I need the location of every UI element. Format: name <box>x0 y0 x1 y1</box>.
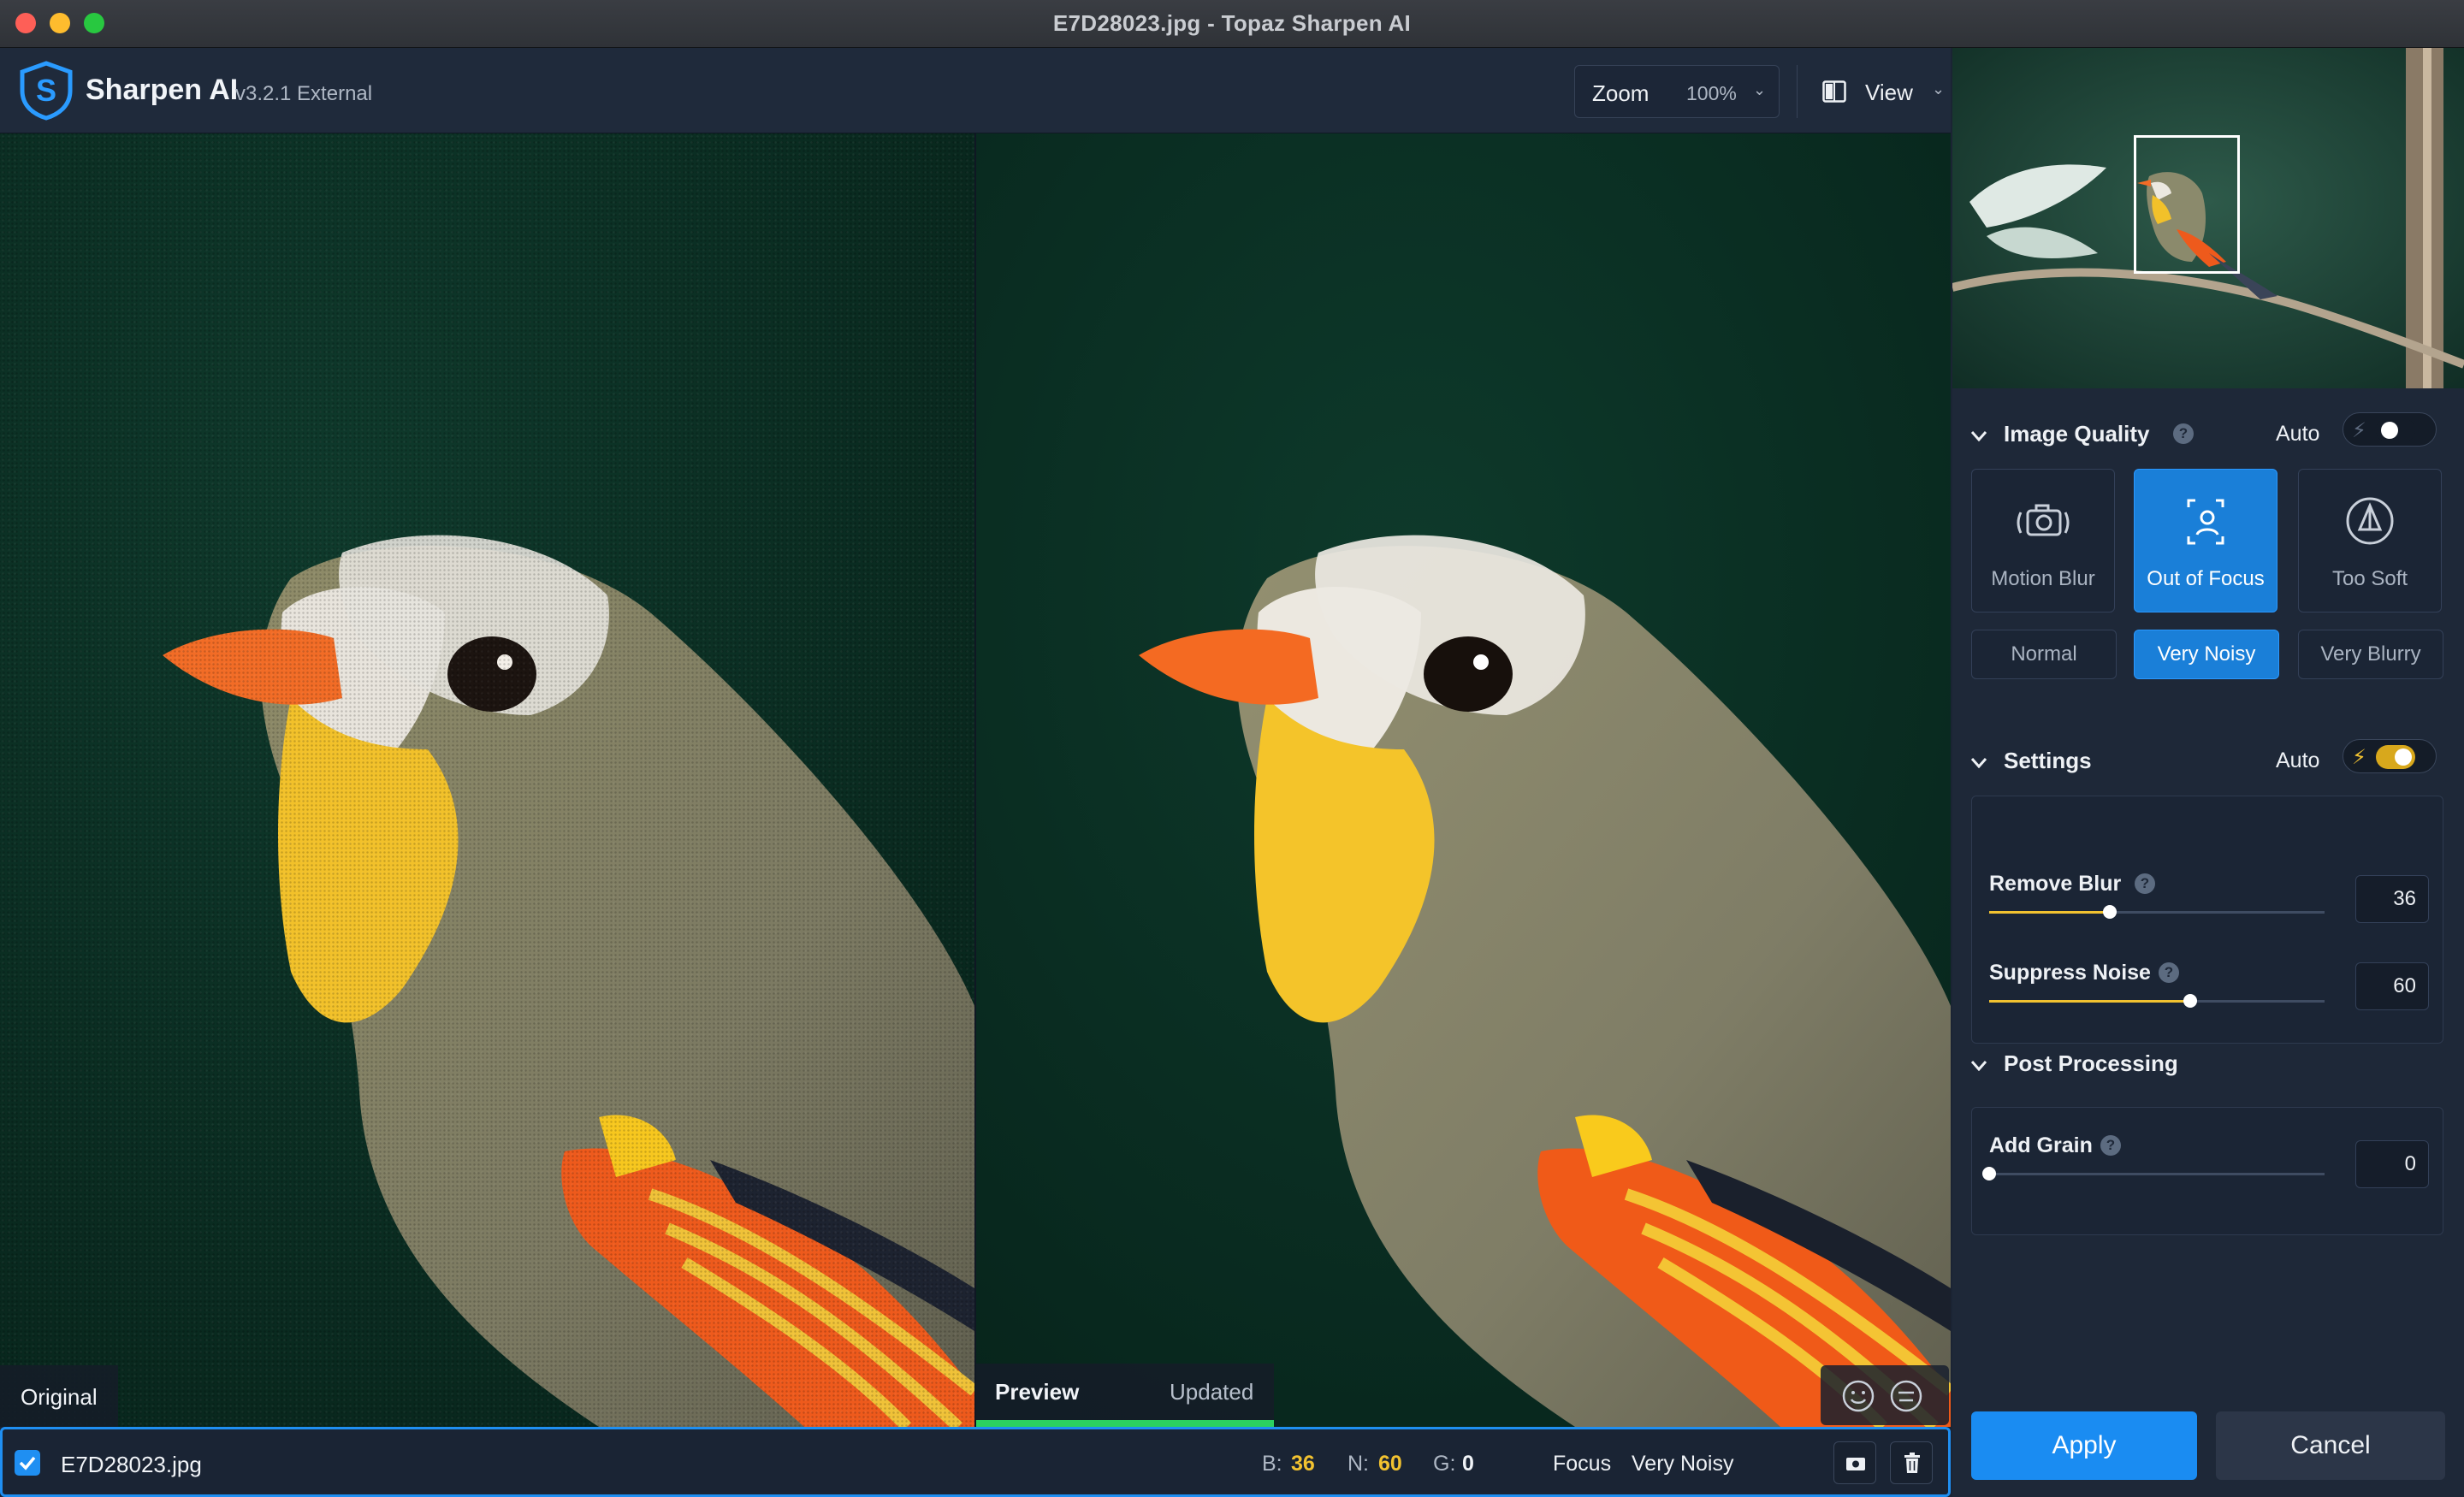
add-grain-value[interactable]: 0 <box>2355 1140 2429 1188</box>
suppress-noise-slider-handle[interactable] <box>2183 994 2198 1008</box>
updated-label: Updated <box>1170 1379 1254 1405</box>
grain-stat-label: G: <box>1433 1452 1456 1476</box>
settings-sliders-box: Remove Blur ? 36 Suppress Noise ? 60 <box>1971 796 2443 1044</box>
blur-stat-value: 36 <box>1291 1452 1315 1476</box>
header-divider <box>1797 65 1798 118</box>
svg-text:S: S <box>36 73 56 108</box>
mode-very-noisy-button[interactable]: Very Noisy <box>2134 630 2279 679</box>
preview-label: Preview <box>995 1379 1080 1405</box>
app-header: S Sharpen AI v3.2.1 External Zoom 100% ⌄… <box>0 48 1951 133</box>
original-label: Original <box>0 1365 118 1427</box>
sharpen-ai-logo-icon: S <box>20 61 73 121</box>
preview-progress-fill <box>976 1420 1274 1427</box>
zoom-label: Zoom <box>1592 80 1650 106</box>
compare-button[interactable] <box>1833 1441 1876 1484</box>
remove-blur-value[interactable]: 36 <box>2355 875 2429 923</box>
post-processing-header[interactable]: Post Processing <box>1970 1050 2178 1077</box>
settings-panel: Image Quality ? Auto ⚡ Motion Blur Out o… <box>1952 48 2464 1497</box>
happy-face-icon[interactable] <box>1841 1379 1875 1413</box>
apply-button[interactable]: Apply <box>1971 1411 2197 1480</box>
focus-person-icon <box>2187 499 2224 545</box>
out-of-focus-label: Out of Focus <box>2147 567 2265 590</box>
image-quality-auto-label: Auto <box>2276 422 2320 446</box>
preview-status: Preview Updated <box>976 1364 1274 1427</box>
view-dropdown[interactable]: View ⌄ <box>1814 65 1951 118</box>
suppress-noise-value[interactable]: 60 <box>2355 962 2429 1010</box>
zoom-value: 100% <box>1686 82 1737 104</box>
help-icon[interactable]: ? <box>2159 962 2179 983</box>
app-name: Sharpen AI <box>86 74 239 106</box>
suppress-noise-slider[interactable] <box>1989 994 2325 1008</box>
suppress-noise-label: Suppress Noise <box>1989 961 2151 985</box>
chevron-down-icon <box>1970 748 1987 774</box>
post-processing-title: Post Processing <box>2004 1050 2178 1076</box>
noise-stat-label: N: <box>1348 1452 1369 1476</box>
neutral-face-icon[interactable] <box>1889 1379 1923 1413</box>
preview-image-pane[interactable] <box>976 133 1951 1427</box>
navigator-viewport-rect[interactable] <box>2134 135 2240 274</box>
mode-value: Very Noisy <box>1632 1452 1734 1476</box>
split-view-icon <box>1822 80 1846 103</box>
chevron-down-icon: ⌄ <box>1753 81 1767 98</box>
zoom-dropdown[interactable]: Zoom 100% ⌄ <box>1574 65 1780 118</box>
image-quality-title: Image Quality <box>2004 421 2150 447</box>
mode-normal-button[interactable]: Normal <box>1971 630 2117 679</box>
navigator-thumbnail[interactable] <box>1952 48 2464 388</box>
camera-icon <box>1846 1458 1865 1470</box>
add-grain-slider[interactable] <box>1982 1167 2325 1180</box>
help-icon[interactable]: ? <box>2135 873 2155 894</box>
file-bar[interactable]: E7D28023.jpg B: 36 N: 60 G: 0 Focus Very… <box>0 1427 1951 1497</box>
remove-blur-slider[interactable] <box>1989 905 2325 919</box>
delete-button[interactable] <box>1890 1441 1933 1484</box>
blur-stat-label: B: <box>1262 1452 1282 1476</box>
view-label: View <box>1865 80 1913 105</box>
image-quality-auto-toggle[interactable]: ⚡ <box>2343 412 2437 447</box>
maximize-window-button[interactable] <box>84 13 104 33</box>
add-grain-slider-handle[interactable] <box>1982 1167 1996 1180</box>
chevron-down-icon <box>1970 1050 1987 1077</box>
grain-stat-value: 0 <box>1462 1452 1474 1476</box>
sharpness-icon <box>2346 497 2394 545</box>
file-name: E7D28023.jpg <box>61 1452 202 1477</box>
settings-title: Settings <box>2004 748 2092 773</box>
preview-bird-image <box>976 133 1951 1427</box>
trash-icon <box>1904 1453 1920 1473</box>
cancel-button[interactable]: Cancel <box>2216 1411 2445 1480</box>
app-version: v3.2.1 External <box>235 82 373 105</box>
motion-blur-option[interactable]: Motion Blur <box>1971 469 2115 612</box>
add-grain-label: Add Grain <box>1989 1133 2093 1157</box>
settings-auto-label: Auto <box>2276 748 2320 772</box>
lightning-icon: ⚡ <box>2352 419 2366 442</box>
chevron-down-icon <box>1970 421 1987 447</box>
close-window-button[interactable] <box>15 13 36 33</box>
window-controls <box>15 13 104 33</box>
mode-label: Focus <box>1553 1452 1612 1476</box>
window-titlebar: E7D28023.jpg - Topaz Sharpen AI <box>0 0 2464 48</box>
noise-stat-value: 60 <box>1378 1452 1402 1476</box>
lightning-icon: ⚡ <box>2352 746 2366 769</box>
motion-blur-label: Motion Blur <box>1991 567 2095 590</box>
too-soft-option[interactable]: Too Soft <box>2298 469 2442 612</box>
minimize-window-button[interactable] <box>50 13 70 33</box>
settings-auto-toggle[interactable]: ⚡ <box>2343 739 2437 773</box>
image-quality-header[interactable]: Image Quality <box>1970 421 2150 447</box>
too-soft-label: Too Soft <box>2331 567 2408 590</box>
checkmark-icon <box>19 1456 36 1470</box>
camera-shake-icon <box>2017 504 2070 536</box>
original-bird-image <box>0 133 974 1427</box>
post-processing-box: Add Grain ? 0 <box>1971 1107 2443 1235</box>
out-of-focus-option[interactable]: Out of Focus <box>2134 469 2277 612</box>
remove-blur-slider-handle[interactable] <box>2103 905 2118 919</box>
feedback-group <box>1821 1365 1949 1425</box>
help-icon[interactable]: ? <box>2100 1135 2121 1156</box>
mode-very-blurry-button[interactable]: Very Blurry <box>2298 630 2443 679</box>
settings-header[interactable]: Settings <box>1970 748 2092 774</box>
chevron-down-icon: ⌄ <box>1932 80 1946 98</box>
window-title: E7D28023.jpg - Topaz Sharpen AI <box>1052 10 1412 36</box>
original-image-pane[interactable] <box>0 133 974 1427</box>
preview-progress-track <box>976 1420 1274 1427</box>
file-checkbox[interactable] <box>15 1450 40 1476</box>
help-icon[interactable]: ? <box>2173 423 2194 444</box>
remove-blur-label: Remove Blur <box>1989 872 2122 896</box>
